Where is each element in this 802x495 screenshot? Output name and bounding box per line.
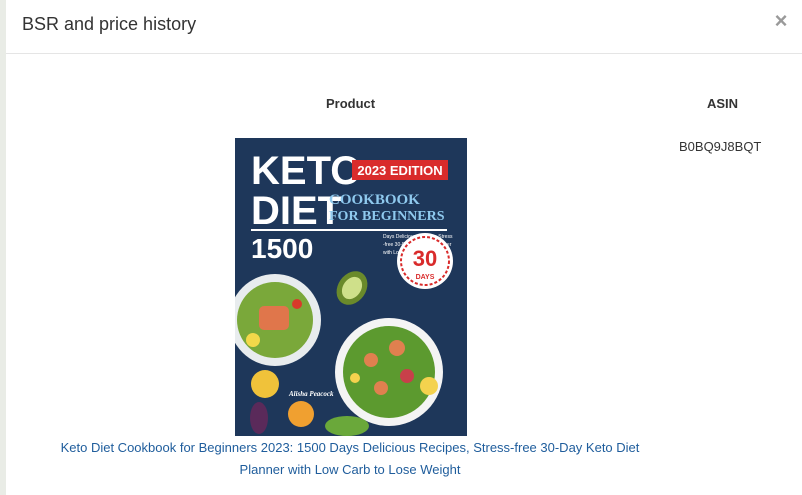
modal-header: BSR and price history × bbox=[6, 0, 802, 54]
asin-value: B0BQ9J8BQT bbox=[679, 139, 762, 154]
cover-1500: 1500 bbox=[251, 233, 313, 264]
column-header-product: Product bbox=[326, 96, 376, 111]
modal-title: BSR and price history bbox=[22, 14, 197, 34]
cover-edition: 2023 EDITION bbox=[357, 163, 442, 178]
close-button[interactable]: × bbox=[772, 10, 790, 33]
cover-badge-30: 30 bbox=[413, 246, 437, 271]
cover-cookbook: COOKBOOK bbox=[329, 192, 420, 208]
product-cover-image[interactable]: KETO DIET 2023 EDITION COOKBOOK FOR BEGI… bbox=[235, 138, 467, 436]
product-title-link[interactable]: Keto Diet Cookbook for Beginners 2023: 1… bbox=[44, 437, 656, 481]
cover-author: Alisha Peacock bbox=[288, 390, 334, 398]
bsr-history-modal: BSR and price history × Product ASIN B0B… bbox=[6, 0, 802, 495]
cover-title-keto: KETO bbox=[251, 149, 361, 193]
cover-badge-days: DAYS bbox=[416, 274, 435, 281]
cover-for-beginners: FOR BEGINNERS bbox=[329, 209, 445, 224]
column-header-asin: ASIN bbox=[707, 96, 739, 111]
